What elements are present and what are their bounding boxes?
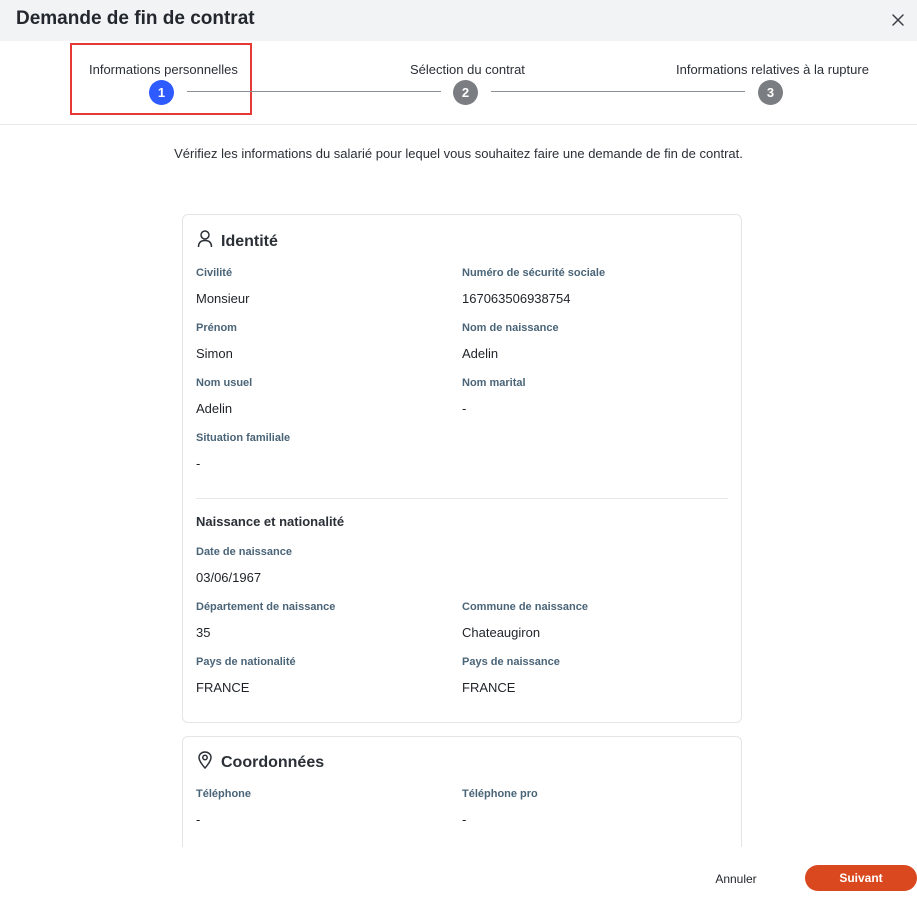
birth-date-label: Date de naissance <box>196 546 292 558</box>
situation-value: - <box>196 456 201 471</box>
birth-section-title: Naissance et nationalité <box>196 514 345 529</box>
cancel-button[interactable]: Annuler <box>700 869 772 889</box>
step-connector-1 <box>187 91 441 92</box>
pro-phone-value: - <box>462 812 467 827</box>
step-1-label: Informations personnelles <box>89 62 238 77</box>
contract-end-dialog: Demande de fin de contrat Informations p… <box>0 0 917 904</box>
birth-date-value: 03/06/1967 <box>196 570 262 585</box>
birth-city-label: Commune de naissance <box>462 601 588 613</box>
birth-department-value: 35 <box>196 625 211 640</box>
identity-card-title: Identité <box>197 230 278 253</box>
step-2-circle[interactable]: 2 <box>453 80 478 105</box>
nom-marital-value: - <box>462 401 467 416</box>
nss-label: Numéro de sécurité sociale <box>462 267 606 279</box>
birth-city-value: Chateaugiron <box>462 625 541 640</box>
dialog-footer: Annuler Suivant <box>0 847 917 904</box>
step-3-label: Informations relatives à la rupture <box>676 62 869 77</box>
location-pin-icon <box>197 751 213 774</box>
nom-marital-label: Nom marital <box>462 377 526 389</box>
birth-country-value: FRANCE <box>462 680 516 695</box>
step-3-circle[interactable]: 3 <box>758 80 783 105</box>
contact-card: Coordonnées Téléphone - Téléphone pro - <box>182 736 742 847</box>
nom-naissance-label: Nom de naissance <box>462 322 559 334</box>
nationality-value: FRANCE <box>196 680 250 695</box>
dialog-header: Demande de fin de contrat <box>0 0 917 41</box>
nom-naissance-value: Adelin <box>462 346 499 361</box>
civilite-label: Civilité <box>196 267 233 279</box>
identity-card: Identité Civilité Monsieur Numéro de séc… <box>182 214 742 723</box>
birth-department-label: Département de naissance <box>196 601 336 613</box>
person-icon <box>197 230 213 253</box>
step-2-label: Sélection du contrat <box>410 62 525 77</box>
nationality-label: Pays de nationalité <box>196 656 296 668</box>
dialog-title: Demande de fin de contrat <box>16 8 255 29</box>
content-scroll-area[interactable]: Identité Civilité Monsieur Numéro de séc… <box>0 200 917 847</box>
close-icon[interactable] <box>889 11 907 29</box>
nom-usuel-value: Adelin <box>196 401 233 416</box>
step-connector-2 <box>491 91 745 92</box>
birth-country-label: Pays de naissance <box>462 656 560 668</box>
civilite-value: Monsieur <box>196 291 250 306</box>
phone-value: - <box>196 812 201 827</box>
nss-value: 167063506938754 <box>462 291 571 306</box>
contact-card-title: Coordonnées <box>197 751 324 774</box>
next-button[interactable]: Suivant <box>805 865 917 891</box>
prenom-value: Simon <box>196 346 233 361</box>
section-divider <box>196 498 728 499</box>
contact-title-text: Coordonnées <box>221 753 325 771</box>
step-1-circle[interactable]: 1 <box>149 80 174 105</box>
nom-usuel-label: Nom usuel <box>196 377 253 389</box>
stepper: Informations personnelles 1 Sélection du… <box>0 41 917 125</box>
prenom-label: Prénom <box>196 322 237 334</box>
identity-title-text: Identité <box>221 232 278 250</box>
pro-phone-label: Téléphone pro <box>462 788 538 800</box>
situation-label: Situation familiale <box>196 432 291 444</box>
intro-text: Vérifiez les informations du salarié pou… <box>174 146 743 161</box>
phone-label: Téléphone <box>196 788 252 800</box>
